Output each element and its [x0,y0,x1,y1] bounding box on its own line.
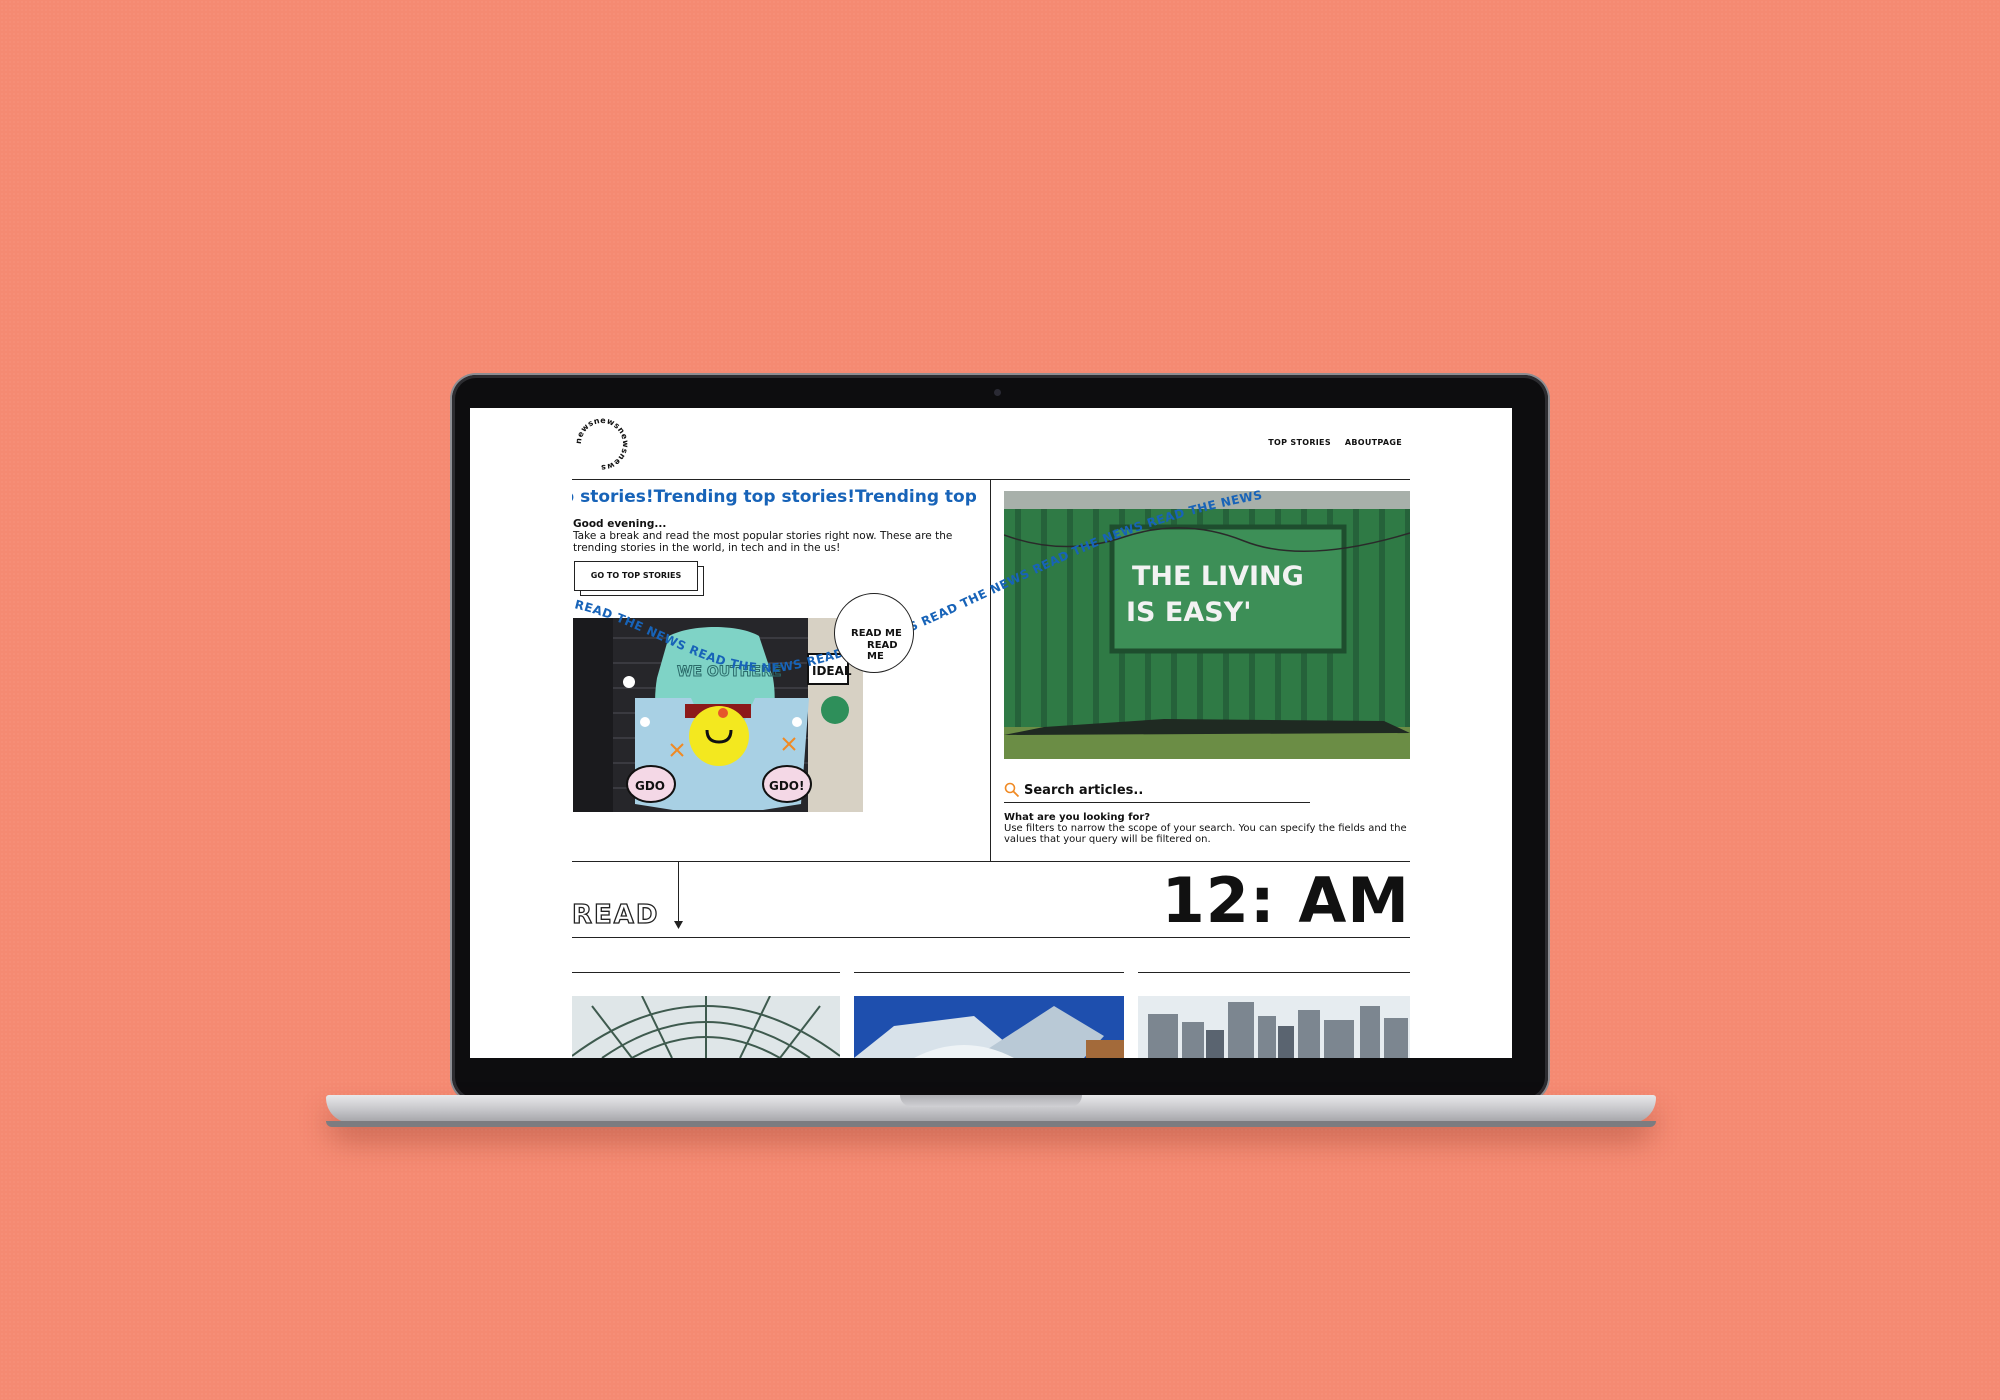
section-divider [572,937,1410,938]
read-me-line2: READ ME [867,640,898,662]
top-nav: TOP STORIES ABOUTPAGE [1268,438,1402,447]
thumbnail-city-skyline[interactable] [1138,996,1410,1058]
browser-screen: newsnewsnewsnews TOP STORIES ABOUTPAGE p… [470,408,1512,1058]
arrow-down-icon [674,921,683,929]
search-input[interactable] [1024,780,1304,800]
hero-bottom-divider [572,861,1410,862]
search-question: What are you looking for? [1004,812,1151,823]
newsnews-logo[interactable]: newsnewsnewsnews [572,414,632,474]
thumbnail-modern-building[interactable] [854,996,1124,1058]
art-right-bubble-text: GDO! [769,779,804,793]
thumb-rule-2 [854,972,1124,973]
modern-building-picture [854,996,1124,1058]
thumb-rule-1 [572,972,840,973]
read-pointer-line [678,861,679,925]
read-me-line1: READ ME [851,628,902,639]
thumbnail-glass-dome[interactable] [572,996,840,1058]
thumb-rule-3 [1138,972,1410,973]
read-me-badge[interactable]: READ ME READ ME [834,593,914,673]
nav-about-page[interactable]: ABOUTPAGE [1345,438,1402,447]
search-help-block: What are you looking for? Use filters to… [1004,812,1416,845]
curved-text-path: READ THE NEWS READ THE NEWS READ THE NEW… [573,488,1263,675]
laptop-opening-notch [900,1095,1082,1107]
read-heading: READ [571,899,660,930]
glass-dome-picture [572,996,840,1058]
laptop-base-edge [326,1121,1656,1127]
clock-display: 12: AM [1161,864,1410,937]
art-left-bubble-text: GDO [635,779,665,793]
svg-text:READ THE NEWS READ THE NEWS RE: READ THE NEWS READ THE NEWS READ THE NEW… [573,488,1263,675]
search-icon[interactable] [1004,782,1020,798]
curved-read-the-news-banner: READ THE NEWS READ THE NEWS READ THE NEW… [573,488,1263,675]
laptop-base [326,1095,1656,1127]
search-bar [1004,780,1310,803]
logo-text: newsnewsnewsnews [574,416,630,472]
search-help-text: Use filters to narrow the scope of your … [1004,823,1407,845]
svg-text:newsnewsnewsnews: newsnewsnewsnews [574,416,630,472]
nav-top-stories[interactable]: TOP STORIES [1268,438,1331,447]
laptop-lid: newsnewsnewsnews TOP STORIES ABOUTPAGE p… [452,375,1548,1101]
city-skyline-picture [1138,996,1410,1058]
camera-dot [994,389,1001,396]
